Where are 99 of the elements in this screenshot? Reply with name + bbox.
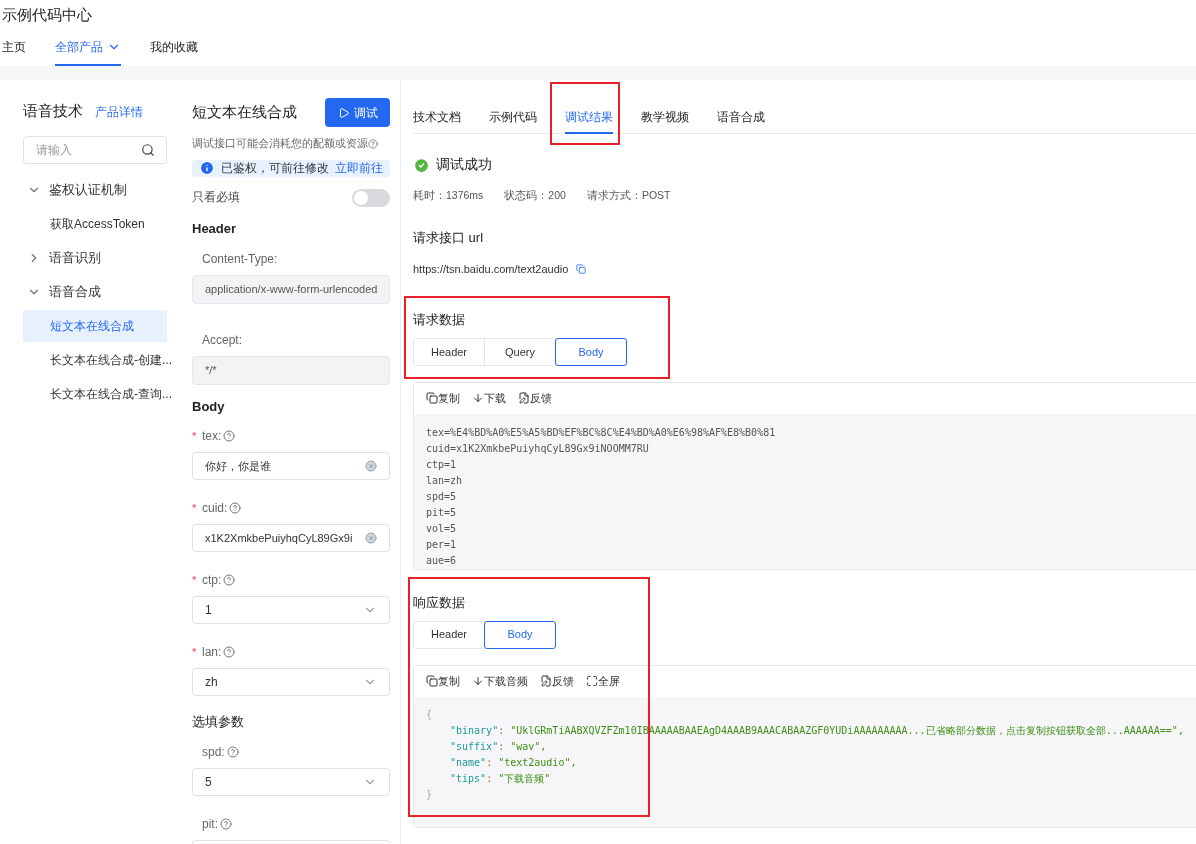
segment-tab[interactable]: Body [484, 620, 556, 649]
toolbar-button[interactable]: 全屏 [586, 672, 620, 690]
help-icon[interactable] [223, 574, 236, 586]
info-icon [199, 160, 215, 177]
code-line: "tips": "下载音频" [449, 771, 552, 786]
field-label: Accept: [202, 331, 243, 349]
input-field[interactable]: x1K2XmkbePuiyhqCyL89Gx9i [192, 524, 390, 552]
code-line: vol=5 [426, 521, 458, 536]
clear-icon[interactable] [365, 532, 377, 544]
play-icon [337, 106, 350, 119]
code-line: { [426, 707, 434, 722]
segment-tab[interactable]: Header [413, 620, 485, 649]
code-line: tex=%E4%BD%A0%E5%A5%BD%EF%BC%8C%E4%BD%A0%E6%98%AF%E8%B0%81 [426, 425, 777, 440]
code-line: spd=5 [426, 489, 458, 504]
required-asterisk: * [192, 644, 198, 660]
debug-button[interactable]: 调试 [325, 98, 390, 127]
field-label: pit: [202, 815, 218, 833]
document-edit-icon [518, 392, 530, 405]
url-text: https://tsn.baidu.com/text2audio [413, 261, 569, 277]
meta-text: 耗时：1376ms [413, 188, 484, 204]
section-title: 响应数据 [413, 594, 466, 612]
code-line: aue=6 [426, 553, 458, 568]
field-label: lan: [202, 644, 222, 661]
required-asterisk: * [192, 428, 198, 444]
required-asterisk: * [192, 572, 198, 588]
tree-item[interactable]: 获取AccessToken [23, 208, 167, 240]
help-icon[interactable] [229, 502, 242, 514]
field-label: spd: [202, 743, 225, 761]
clear-icon[interactable] [365, 460, 377, 472]
copy-icon [426, 392, 438, 405]
copy-icon[interactable] [576, 263, 587, 274]
nav-tab[interactable]: 主页 [2, 30, 26, 66]
readonly-field: */* [192, 355, 390, 385]
segment-tab[interactable]: Query [484, 337, 556, 366]
code-line: "suffix": "wav", [449, 739, 548, 754]
section-heading: Body [192, 397, 226, 416]
tab[interactable]: 技术文档 [413, 104, 461, 134]
help-icon[interactable] [220, 817, 232, 830]
status-text: 调试成功 [436, 156, 492, 174]
document-edit-icon [540, 675, 552, 687]
help-icon[interactable] [223, 646, 236, 658]
tree-item[interactable]: 短文本在线合成 [23, 310, 167, 342]
field-label: ctp: [202, 572, 222, 589]
tree-item[interactable]: 语音合成 [23, 276, 167, 308]
toggle-label: 只看必填 [192, 190, 240, 206]
code-line: pit=5 [426, 505, 458, 520]
section-title: 请求数据 [413, 312, 466, 329]
help-icon[interactable] [226, 745, 239, 758]
code-line: "name": "text2audio", [449, 755, 578, 770]
select-field[interactable]: 1 [192, 596, 390, 624]
copy-icon [426, 675, 438, 687]
arrow-down-icon [472, 392, 484, 405]
select-field[interactable]: 5 [192, 767, 390, 796]
input-field[interactable]: 你好，你是谁 [192, 452, 390, 480]
field-label: tex: [202, 428, 222, 445]
field-label: cuid: [202, 500, 228, 517]
help-icon[interactable] [368, 138, 378, 149]
code-line: lan=zh [426, 473, 464, 488]
toolbar-button[interactable]: 反馈 [540, 672, 574, 690]
tab[interactable]: 调试结果 [565, 104, 613, 134]
search-field[interactable]: 请输入 [23, 136, 167, 164]
tab[interactable]: 教学视频 [641, 104, 689, 134]
toggle-switch[interactable] [352, 189, 390, 207]
meta-text: 状态码：200 [504, 188, 566, 204]
arrow-down-icon [472, 675, 484, 687]
section-heading: Header [192, 220, 238, 238]
app-title: 示例代码中心 [2, 4, 92, 25]
code-line: per=1 [426, 537, 458, 552]
section-title: 请求接口 url [413, 229, 485, 247]
notice-text: 已鉴权，可前往修改 [221, 160, 329, 176]
tree-item[interactable]: 鉴权认证机制 [23, 174, 167, 206]
product-details-link[interactable]: 产品详情 [95, 103, 143, 121]
help-icon[interactable] [223, 430, 236, 442]
tab[interactable]: 语音合成 [717, 104, 765, 134]
sidebar-title: 语音技术 [23, 101, 83, 121]
code-line: cuid=x1K2XmkbePuiyhqCyL89Gx9iNOOMM7RU [426, 441, 650, 456]
tab[interactable]: 示例代码 [489, 104, 537, 134]
field-label: Content-Type: [202, 250, 278, 268]
form-title: 短文本在线合成 [192, 102, 297, 122]
notice-link[interactable]: 立即前往 [335, 159, 383, 177]
note-text: 调试接口可能会消耗您的配额或资源 [192, 136, 368, 151]
toolbar-button[interactable]: 下载 [472, 390, 506, 407]
search-icon[interactable] [141, 143, 155, 157]
meta-text: 请求方式：POST [586, 188, 671, 204]
toolbar-button[interactable]: 复制 [426, 390, 460, 407]
nav-tab[interactable]: 我的收藏 [150, 30, 198, 66]
toolbar-button[interactable]: 复制 [426, 672, 460, 690]
required-asterisk: * [192, 500, 198, 516]
select-field[interactable]: zh [192, 668, 390, 696]
toolbar-button[interactable]: 下载音频 [472, 672, 528, 690]
toolbar-button[interactable]: 反馈 [518, 390, 552, 407]
fullscreen-icon [586, 675, 598, 687]
segment-tab[interactable]: Header [413, 337, 485, 366]
segment-tab[interactable]: Body [555, 337, 627, 366]
code-line: ctp=1 [426, 457, 458, 472]
readonly-field: application/x-www-form-urlencoded [192, 274, 390, 304]
code-line: } [426, 787, 434, 802]
section-heading: 选填参数 [192, 713, 245, 731]
tree-item[interactable]: 语音识别 [23, 242, 167, 274]
